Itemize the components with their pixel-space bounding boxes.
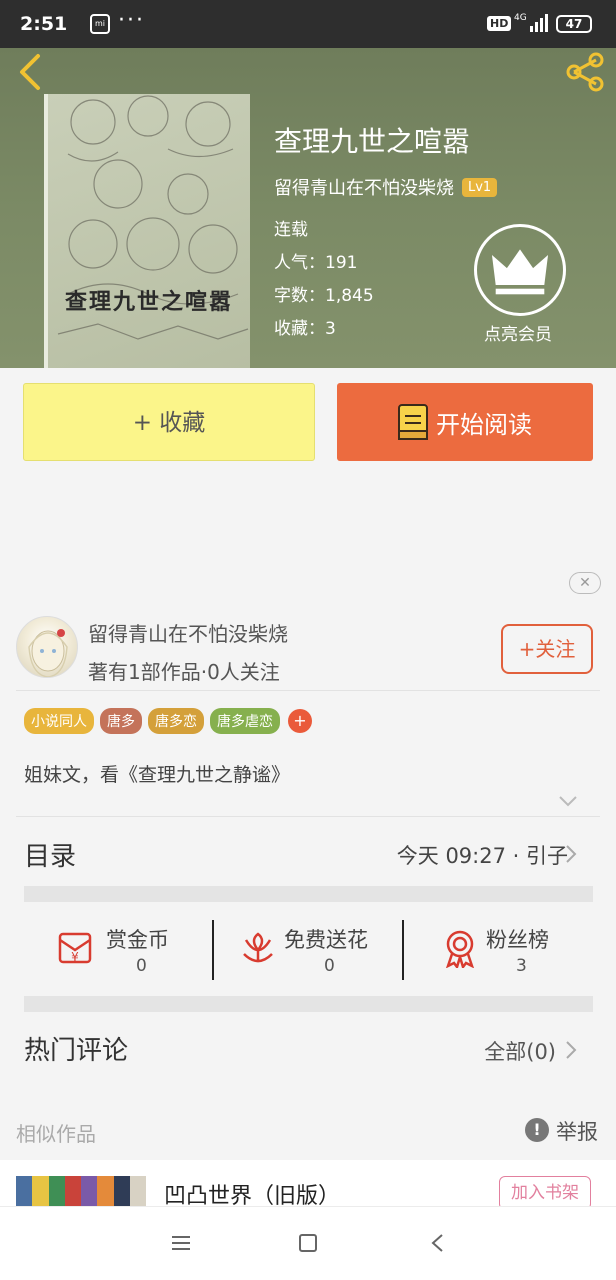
crown-icon[interactable] (474, 224, 566, 316)
divider (16, 690, 600, 691)
stat-name: 赏金币 (106, 928, 169, 952)
level-badge: Lv1 (462, 177, 498, 197)
back-arrow-icon[interactable] (14, 52, 48, 92)
menu-icon[interactable] (172, 1235, 190, 1251)
divider (16, 816, 600, 817)
status-time: 2:51 (20, 13, 68, 35)
close-ad-button[interactable]: ✕ (569, 572, 601, 594)
book-cover[interactable]: 查理九世之喧嚣 (44, 94, 250, 368)
status-bar: 2:51 mi ··· HD 4G 47 (0, 0, 616, 48)
stat-gold-coins[interactable]: ¥ 赏金币 0 (24, 916, 214, 982)
serial-status: 连载 (274, 220, 308, 240)
svg-text:¥: ¥ (71, 950, 79, 964)
author-name[interactable]: 留得青山在不怕没柴烧 (274, 174, 454, 200)
similar-works-label: 相似作品 (16, 1122, 96, 1146)
stat-free-flowers[interactable]: 免费送花 0 (214, 916, 404, 982)
mi-notification-icon: mi (90, 14, 110, 34)
report-icon[interactable]: ! (525, 1118, 549, 1142)
author-avatar[interactable] (16, 616, 78, 678)
author-card: 留得青山在不怕没柴烧 著有1部作品·0人关注 +关注 (0, 604, 616, 694)
catalog-row[interactable]: 目录 今天 09:27 · 引子 (0, 818, 616, 886)
word-count: 字数：1,845 (274, 286, 374, 306)
author-line: 留得青山在不怕没柴烧 Lv1 (274, 174, 498, 200)
report-button[interactable]: 举报 (556, 1116, 598, 1146)
hot-comments-row[interactable]: 热门评论 全部(0) (0, 1014, 616, 1084)
latest-chapter: 今天 09:27 · 引子 (396, 844, 568, 868)
stat-value: 3 (516, 956, 527, 976)
chevron-down-icon[interactable] (558, 794, 578, 808)
nav-back-icon[interactable] (430, 1233, 444, 1253)
book-icon (398, 404, 428, 440)
cover-illustration (57, 95, 249, 340)
stat-fan-ranking[interactable]: 粉丝榜 3 (404, 916, 594, 982)
tag-item[interactable]: 小说同人 (24, 708, 94, 734)
hd-icon: HD (487, 16, 512, 31)
signal-icon (530, 14, 548, 32)
stat-name: 免费送花 (284, 928, 368, 952)
book-description: 姐妹文，看《查理九世之静谧》 (24, 764, 291, 786)
popularity: 人气：191 (274, 253, 358, 273)
cover-title: 查理九世之喧嚣 (64, 289, 233, 315)
hot-comments-label: 热门评论 (24, 1036, 129, 1066)
share-icon[interactable] (564, 52, 606, 92)
battery-icon: 47 (556, 15, 592, 33)
medal-icon (446, 930, 474, 968)
vip-label[interactable]: 点亮会员 (484, 320, 552, 345)
stat-value: 0 (324, 956, 335, 976)
section-separator (24, 996, 593, 1012)
tag-list: 小说同人 唐多 唐多恋 唐多虐恋 + (24, 708, 312, 734)
section-separator (24, 886, 593, 902)
start-reading-button[interactable]: 开始阅读 (337, 383, 593, 461)
home-icon[interactable] (299, 1234, 317, 1252)
chevron-right-icon (566, 1041, 577, 1059)
author-card-stats: 著有1部作品·0人关注 (88, 660, 280, 684)
favorites-count: 收藏：3 (274, 319, 336, 339)
all-comments-link[interactable]: 全部(0) (484, 1036, 556, 1066)
network-type: 4G (514, 13, 527, 23)
avatar-illustration (28, 629, 68, 677)
tag-item[interactable]: 唐多 (100, 708, 142, 734)
author-card-name[interactable]: 留得青山在不怕没柴烧 (88, 618, 288, 647)
similar-works-header: 相似作品 ! 举报 (0, 1110, 616, 1150)
tag-item[interactable]: 唐多恋 (148, 708, 204, 734)
more-notifications-icon: ··· (118, 8, 145, 33)
add-to-shelf-button[interactable]: 加入书架 (499, 1176, 591, 1210)
stats-row: ¥ 赏金币 0 免费送花 0 粉丝榜 3 (24, 916, 593, 982)
stat-name: 粉丝榜 (486, 928, 549, 952)
book-header: 查理九世之喧嚣 查理九世之喧嚣 留得青山在不怕没柴烧 Lv1 连载 人气：191… (0, 48, 616, 368)
stat-value: 0 (136, 956, 147, 976)
follow-button[interactable]: +关注 (501, 624, 593, 674)
catalog-label: 目录 (24, 842, 77, 872)
tag-item[interactable]: 唐多虐恋 (210, 708, 280, 734)
start-reading-label: 开始阅读 (436, 410, 532, 439)
add-tag-button[interactable]: + (288, 709, 312, 733)
chevron-right-icon (566, 845, 577, 863)
red-envelope-icon: ¥ (58, 932, 92, 964)
book-meta: 连载 人气：191 字数：1,845 收藏：3 (274, 214, 374, 346)
collect-button[interactable]: + 收藏 (23, 383, 315, 461)
book-title: 查理九世之喧嚣 (274, 125, 471, 158)
system-nav-bar (0, 1206, 616, 1280)
flower-icon (243, 932, 273, 963)
